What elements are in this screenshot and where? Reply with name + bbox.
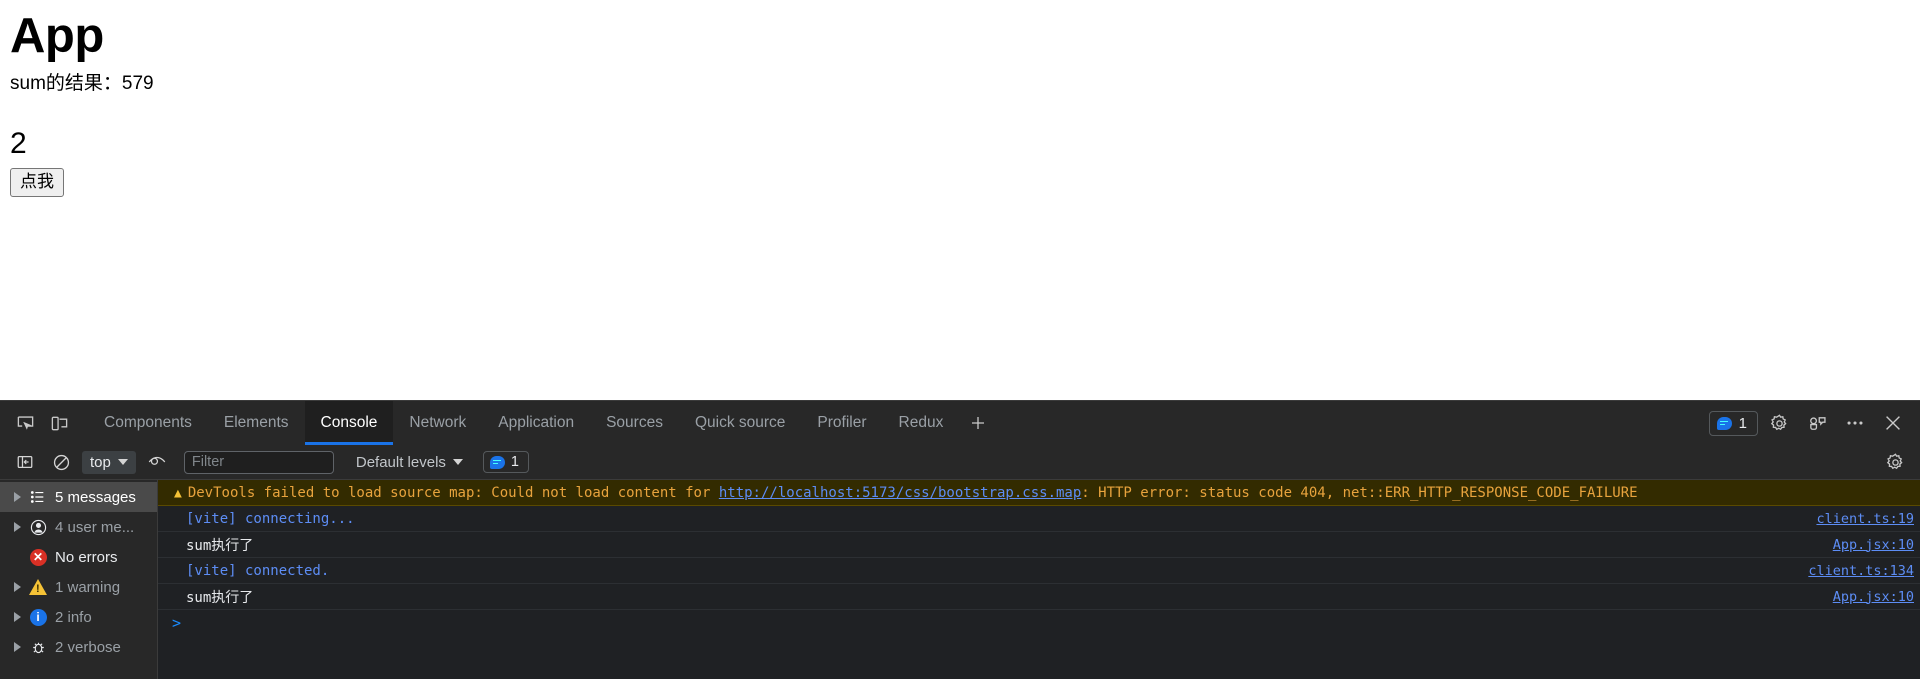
- chevron-right-icon[interactable]: [14, 612, 21, 622]
- console-body: 5 messages 4 user me... ✕ No: [0, 480, 1920, 679]
- message-bubble-icon: [1717, 417, 1732, 430]
- console-message-text: sum执行了: [168, 587, 1821, 607]
- console-message-warning[interactable]: ▲ DevTools failed to load source map: Cou…: [158, 480, 1920, 506]
- console-sidebar: 5 messages 4 user me... ✕ No: [0, 480, 158, 679]
- sidebar-item-label: No errors: [55, 549, 118, 566]
- sidebar-item-verbose[interactable]: 2 verbose: [0, 632, 157, 662]
- devtools-panel: Components Elements Console Network Appl…: [0, 400, 1920, 679]
- tab-label: Application: [498, 414, 574, 432]
- add-panel-icon[interactable]: [959, 401, 997, 445]
- prompt-caret-icon: >: [168, 614, 181, 632]
- source-location-link[interactable]: App.jsx:10: [1821, 537, 1914, 553]
- devtools-tabbar-actions: 1: [1709, 406, 1914, 440]
- console-toolbar: top Default levels 1: [0, 445, 1920, 480]
- chevron-down-icon: [453, 459, 463, 465]
- tab-label: Console: [321, 414, 378, 432]
- close-icon[interactable]: [1876, 406, 1910, 440]
- tab-redux[interactable]: Redux: [883, 401, 960, 445]
- devtools-tab-list: Components Elements Console Network Appl…: [88, 401, 1709, 445]
- tab-components[interactable]: Components: [88, 401, 208, 445]
- console-message-row[interactable]: sum执行了 App.jsx:10: [158, 584, 1920, 610]
- tab-label: Elements: [224, 414, 289, 432]
- sidebar-item-label: 2 verbose: [55, 639, 121, 656]
- message-count-badge[interactable]: 1: [1709, 411, 1758, 436]
- bug-icon: [29, 638, 47, 656]
- tab-elements[interactable]: Elements: [208, 401, 305, 445]
- issues-count-value: 1: [511, 454, 519, 470]
- list-icon: [29, 488, 47, 506]
- log-levels-label: Default levels: [356, 454, 446, 471]
- tab-profiler[interactable]: Profiler: [801, 401, 882, 445]
- message-count-value: 1: [1739, 415, 1747, 432]
- sidebar-item-user-messages[interactable]: 4 user me...: [0, 512, 157, 542]
- info-icon: i: [29, 608, 47, 626]
- console-message-list: ▲ DevTools failed to load source map: Cou…: [158, 480, 1920, 679]
- sidebar-item-messages[interactable]: 5 messages: [0, 482, 157, 512]
- source-location-link[interactable]: client.ts:134: [1796, 563, 1914, 579]
- sidebar-item-info[interactable]: i 2 info: [0, 602, 157, 632]
- sum-result-text: sum的结果：579: [10, 72, 1910, 97]
- tab-label: Profiler: [817, 414, 866, 432]
- warning-icon: [29, 578, 47, 596]
- console-message-text: [vite] connecting...: [168, 511, 1804, 527]
- eye-icon[interactable]: [140, 445, 174, 479]
- tab-label: Components: [104, 414, 192, 432]
- chevron-right-icon[interactable]: [14, 522, 21, 532]
- warning-icon: ▲: [174, 486, 182, 501]
- tab-sources[interactable]: Sources: [590, 401, 679, 445]
- console-message-row[interactable]: [vite] connected. client.ts:134: [158, 558, 1920, 584]
- more-options-icon[interactable]: [1838, 406, 1872, 440]
- tab-label: Redux: [899, 414, 944, 432]
- tab-application[interactable]: Application: [482, 401, 590, 445]
- sidebar-item-label: 4 user me...: [55, 519, 134, 536]
- react-devtools-icon[interactable]: [1800, 406, 1834, 440]
- chevron-right-icon[interactable]: [14, 492, 21, 502]
- sidebar-item-warnings[interactable]: 1 warning: [0, 572, 157, 602]
- tab-label: Network: [409, 414, 466, 432]
- sidebar-item-label: 1 warning: [55, 579, 120, 596]
- console-message-text: sum执行了: [168, 535, 1821, 555]
- message-bubble-icon: [490, 456, 505, 469]
- user-icon: [29, 518, 47, 536]
- inspect-element-icon[interactable]: [8, 406, 42, 440]
- tab-label: Quick source: [695, 414, 785, 432]
- execution-context-value: top: [90, 454, 111, 471]
- console-message-row[interactable]: sum执行了 App.jsx:10: [158, 532, 1920, 558]
- devtools-tabbar: Components Elements Console Network Appl…: [0, 401, 1920, 445]
- console-sidebar-toggle-icon[interactable]: [8, 445, 42, 479]
- message-text-before: DevTools failed to load source map: Coul…: [188, 485, 719, 501]
- filter-input[interactable]: [184, 451, 334, 474]
- tab-console[interactable]: Console: [305, 401, 394, 445]
- source-location-link[interactable]: App.jsx:10: [1821, 589, 1914, 605]
- message-text-after: : HTTP error: status code 404, net::ERR_…: [1081, 485, 1637, 501]
- counter-value: 2: [10, 127, 1910, 160]
- console-message-text: ▲ DevTools failed to load source map: Cou…: [168, 485, 1914, 501]
- console-message-text: [vite] connected.: [168, 563, 1796, 579]
- console-prompt[interactable]: >: [158, 610, 1920, 636]
- chevron-down-icon: [118, 459, 128, 465]
- clear-console-icon[interactable]: [44, 445, 78, 479]
- tab-network[interactable]: Network: [393, 401, 482, 445]
- sidebar-item-label: 2 info: [55, 609, 92, 626]
- tab-label: Sources: [606, 414, 663, 432]
- execution-context-selector[interactable]: top: [82, 451, 136, 474]
- chevron-right-icon[interactable]: [14, 642, 21, 652]
- device-toolbar-icon[interactable]: [42, 406, 76, 440]
- gear-icon[interactable]: [1762, 406, 1796, 440]
- source-location-link[interactable]: client.ts:19: [1804, 511, 1914, 527]
- console-message-row[interactable]: [vite] connecting... client.ts:19: [158, 506, 1920, 532]
- page-title: App: [10, 10, 1910, 64]
- error-icon: ✕: [29, 548, 47, 566]
- log-levels-selector[interactable]: Default levels: [350, 451, 469, 474]
- chevron-right-icon[interactable]: [14, 582, 21, 592]
- console-settings-gear-icon[interactable]: [1878, 445, 1912, 479]
- sidebar-item-errors[interactable]: ✕ No errors: [0, 542, 157, 572]
- sidebar-item-label: 5 messages: [55, 489, 136, 506]
- web-page-content: App sum的结果：579 2 点我: [0, 0, 1920, 400]
- click-me-button[interactable]: 点我: [10, 168, 64, 197]
- tab-quick-source[interactable]: Quick source: [679, 401, 801, 445]
- message-url-link[interactable]: http://localhost:5173/css/bootstrap.css.…: [719, 485, 1081, 501]
- issues-badge[interactable]: 1: [483, 451, 529, 473]
